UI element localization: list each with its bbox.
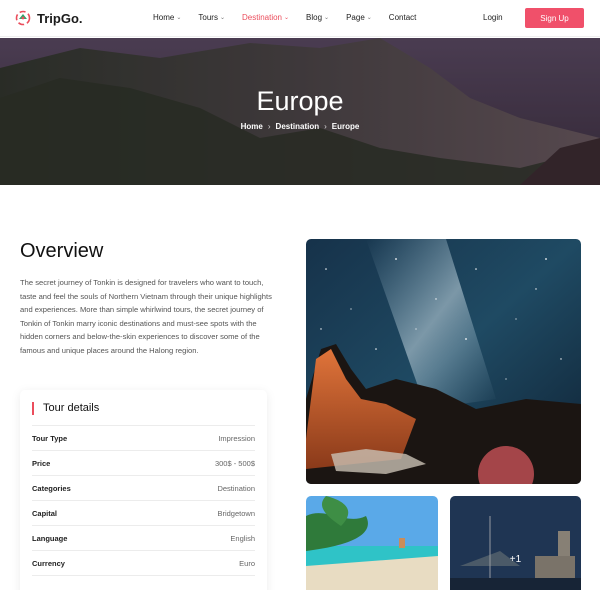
detail-value: Euro	[239, 558, 255, 568]
brand-name: TripGo.	[37, 10, 83, 26]
site-header: TripGo. Home ⌄ Tours ⌄ Destination ⌄ Blog ⌄ …	[0, 0, 600, 37]
milky-way-night-sky-image	[306, 239, 581, 484]
breadcrumb: Home › Destination › Europe	[0, 122, 600, 131]
chevron-down-icon: ⌄	[176, 15, 182, 21]
tour-details-heading: Tour details	[32, 402, 99, 415]
nav-item-label: Blog	[306, 13, 323, 22]
more-photos-badge[interactable]: +1	[450, 554, 581, 565]
nav-item-label: Home	[153, 13, 175, 22]
detail-value: English	[230, 533, 255, 543]
detail-row-language: Language English	[32, 526, 255, 551]
detail-label: Language	[32, 533, 68, 543]
chevron-right-icon: ›	[324, 122, 327, 131]
hero-banner: Europe Home › Destination › Europe	[0, 38, 600, 185]
chevron-down-icon: ⌄	[366, 15, 372, 21]
beach-image	[306, 496, 438, 590]
chevron-down-icon: ⌄	[324, 15, 330, 21]
login-link[interactable]: Login	[483, 13, 503, 22]
town-harbor-image	[450, 496, 581, 590]
nav-item-label: Destination	[241, 13, 282, 22]
nav-item-label: Contact	[388, 13, 417, 22]
detail-value: Bridgetown	[217, 508, 255, 518]
logo[interactable]: TripGo.	[14, 9, 83, 27]
nav-item-contact[interactable]: Contact	[389, 13, 417, 22]
detail-label: Capital	[32, 508, 58, 518]
nav-item-label: Tours	[198, 13, 218, 22]
detail-row-capital: Capital Bridgetown	[32, 501, 255, 526]
detail-label: Tour Type	[32, 433, 68, 443]
overview-heading: Overview	[20, 240, 104, 262]
signup-button[interactable]: Sign Up	[525, 8, 584, 28]
chevron-right-icon: ›	[267, 122, 271, 131]
detail-value: Destination	[217, 483, 255, 493]
chevron-down-icon: ⌄	[219, 15, 225, 21]
gallery-thumbnail-beach[interactable]	[306, 496, 438, 590]
detail-value: 300$ - 500$	[214, 458, 255, 468]
breadcrumb-current: Europe	[331, 122, 360, 131]
page-title: Europe	[256, 86, 344, 116]
chevron-down-icon: ⌄	[284, 15, 290, 21]
gallery-thumbnail-town[interactable]: +1	[450, 496, 581, 590]
detail-row-tour-type: Tour Type Impression	[32, 426, 255, 451]
nav-item-label: Page	[346, 13, 365, 22]
tour-details-list: Tour Type Impression Price 300$ - 500$ C…	[32, 426, 255, 576]
nav-item-blog[interactable]: Blog ⌄	[306, 13, 329, 22]
nav-item-page[interactable]: Page ⌄	[346, 13, 372, 22]
detail-label: Categories	[32, 483, 71, 493]
main-nav: Home ⌄ Tours ⌄ Destination ⌄ Blog ⌄ Page ⌄ Co…	[153, 13, 416, 22]
detail-value: Impression	[218, 433, 255, 443]
detail-label: Price	[32, 458, 51, 468]
breadcrumb-home[interactable]: Home	[241, 122, 263, 131]
overview-description: The secret journey of Tonkin is designed…	[20, 278, 272, 355]
nav-item-destination[interactable]: Destination ⌄	[242, 13, 289, 22]
tour-details-card: Tour details Tour Type Impression Price …	[20, 390, 267, 590]
detail-row-price: Price 300$ - 500$	[32, 451, 255, 476]
detail-row-currency: Currency Euro	[32, 551, 255, 576]
compass-logo-icon	[15, 10, 31, 26]
detail-label: Currency	[32, 558, 65, 568]
breadcrumb-destination[interactable]: Destination	[276, 122, 320, 131]
detail-row-categories: Categories Destination	[32, 476, 255, 501]
nav-item-tours[interactable]: Tours ⌄	[198, 13, 225, 22]
nav-item-home[interactable]: Home ⌄	[153, 13, 181, 22]
gallery-main-image[interactable]	[306, 239, 581, 484]
